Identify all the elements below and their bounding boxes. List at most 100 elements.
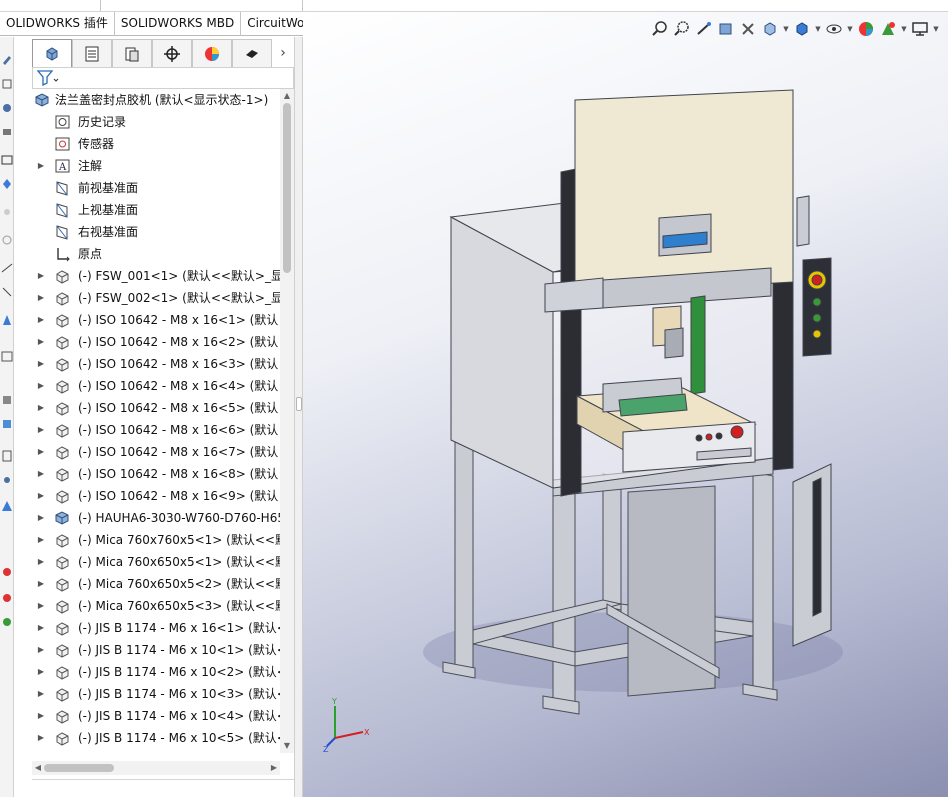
expand-arrow-icon[interactable]: ▶ <box>36 485 46 507</box>
tree-item[interactable]: ▶ (-) JIS B 1174 - M6 x 10<2> (默认< <box>14 661 280 683</box>
sketch-line-icon[interactable] <box>1 313 13 327</box>
zoom-to-fit-icon[interactable] <box>650 19 670 39</box>
view-settings-icon[interactable] <box>910 19 930 39</box>
expand-arrow-icon[interactable]: ▶ <box>36 287 46 309</box>
expand-arrow-icon[interactable]: ▶ <box>36 375 46 397</box>
list-tool-icon[interactable] <box>1 349 13 363</box>
expand-arrow-icon[interactable]: ▶ <box>36 419 46 441</box>
scrollbar-thumb[interactable] <box>283 103 291 273</box>
tree-item[interactable]: ▶ (-) Mica 760x650x5<2> (默认<<默 <box>14 573 280 595</box>
chevron-right-icon[interactable]: › <box>272 39 294 67</box>
zoom-to-area-icon[interactable] <box>672 19 692 39</box>
component-tool-icon[interactable] <box>1 125 13 139</box>
tab-solidworks-mbd[interactable]: SOLIDWORKS MBD <box>115 12 242 36</box>
tree-item[interactable]: ▶ (-) JIS B 1174 - M6 x 10<5> (默认< <box>14 727 280 749</box>
smart-fastener-icon[interactable] <box>1 205 13 219</box>
expand-arrow-icon[interactable]: ▶ <box>36 551 46 573</box>
display-style-icon[interactable] <box>792 19 812 39</box>
chevron-down-icon[interactable]: ▼ <box>846 25 854 33</box>
tab-configuration-manager[interactable] <box>112 39 152 67</box>
scrollbar-thumb[interactable] <box>44 764 114 772</box>
expand-arrow-icon[interactable]: ▶ <box>36 331 46 353</box>
tab-display-manager[interactable] <box>192 39 232 67</box>
section-view-icon[interactable] <box>716 19 736 39</box>
expand-arrow-icon[interactable]: ▶ <box>36 639 46 661</box>
tree-item[interactable]: ▶ (-) Mica 760x760x5<1> (默认<<默 <box>14 529 280 551</box>
tree-item[interactable]: ▶ (-) JIS B 1174 - M6 x 10<4> (默认< <box>14 705 280 727</box>
expand-arrow-icon[interactable]: ▶ <box>36 683 46 705</box>
pattern-tool-icon[interactable] <box>1 233 13 247</box>
move-tool-icon[interactable] <box>1 177 13 191</box>
hide-show-items-icon[interactable] <box>824 19 844 39</box>
feature-tool-icon[interactable] <box>1 77 13 91</box>
tab-solidworks-addins[interactable]: OLIDWORKS 插件 <box>0 12 115 36</box>
dynamic-annotation-icon[interactable] <box>738 19 758 39</box>
bom-icon[interactable] <box>1 449 13 463</box>
expand-arrow-icon[interactable]: ▶ <box>36 749 46 753</box>
tree-item[interactable]: ▶ (-) FSW_002<1> (默认<<默认>_显示 <box>14 287 280 309</box>
previous-view-icon[interactable] <box>694 19 714 39</box>
tree-item[interactable]: 右视基准面 <box>14 221 280 243</box>
sketch-tool-icon[interactable] <box>1 53 13 67</box>
tree-item[interactable]: ▶ (-) ISO 10642 - M8 x 16<8> (默认 <box>14 463 280 485</box>
reference-geometry-icon[interactable] <box>1 285 13 299</box>
expand-arrow-icon[interactable]: ▶ <box>36 617 46 639</box>
interference-icon[interactable] <box>1 473 13 487</box>
expand-arrow-icon[interactable]: ▶ <box>36 309 46 331</box>
rebuild-icon[interactable] <box>1 615 13 629</box>
instant3d-icon[interactable] <box>1 417 13 431</box>
expand-arrow-icon[interactable]: ▶ <box>36 397 46 419</box>
tree-item[interactable]: ▶ (-) ISO 10642 - M8 x 16<9> (默认 <box>14 485 280 507</box>
machine-3d-model[interactable] <box>303 12 948 797</box>
weld-bead-icon[interactable] <box>1 565 13 579</box>
pane-splitter[interactable] <box>294 37 303 797</box>
apply-scene-icon[interactable] <box>878 19 898 39</box>
tree-item[interactable]: ▶ (-) ISO 10642 - M8 x 16<7> (默认 <box>14 441 280 463</box>
tree-item[interactable]: ▶ (-) JIS B 1174 - M6 x 10<1> (默认< <box>14 639 280 661</box>
scroll-up-icon[interactable]: ▲ <box>280 89 294 103</box>
expand-arrow-icon[interactable]: ▶ <box>36 529 46 551</box>
tree-item[interactable]: ▶ (-) JIS B 1174 - M6 x 16<1> (默认< <box>14 617 280 639</box>
tree-item[interactable]: ▶ (-) ISO 10642 - M8 x 16<1> (默认 <box>14 309 280 331</box>
tree-item[interactable]: 历史记录 <box>14 111 280 133</box>
tree-item[interactable]: ▶ (-) ISO 10642 - M8 x 16<5> (默认 <box>14 397 280 419</box>
tree-item[interactable]: ▶ (-) FSW_001<1> (默认<<默认>_显示 <box>14 265 280 287</box>
tree-item[interactable]: ▶ (-) ISO 10642 - M8 x 16<6> (默认 <box>14 419 280 441</box>
chevron-down-icon[interactable]: ▼ <box>932 25 940 33</box>
tree-item[interactable]: ▶ (-) JIS B 1174 - M6 x 10<3> (默认< <box>14 683 280 705</box>
toolbox-icon[interactable] <box>1 591 13 605</box>
expand-arrow-icon[interactable]: ▶ <box>36 573 46 595</box>
chevron-down-icon[interactable]: ▼ <box>814 25 822 33</box>
tree-root-item[interactable]: 法兰盖密封点胶机 (默认<显示状态-1>) <box>14 89 280 111</box>
table-tool-icon[interactable] <box>1 153 13 167</box>
view-orientation-icon[interactable] <box>760 19 780 39</box>
tree-filter-bar[interactable] <box>32 67 294 89</box>
tree-item[interactable]: ▶ (-) Mica 760x650x5<1> (默认<<默 <box>14 551 280 573</box>
expand-arrow-icon[interactable]: ▶ <box>36 595 46 617</box>
expand-arrow-icon[interactable]: ▶ <box>36 507 46 529</box>
hole-series-icon[interactable] <box>1 499 13 513</box>
tree-item[interactable]: 上视基准面 <box>14 199 280 221</box>
chevron-down-icon[interactable]: ▼ <box>900 25 908 33</box>
mate-tool-icon[interactable] <box>1 101 13 115</box>
expand-arrow-icon[interactable]: ▶ <box>36 661 46 683</box>
tree-item[interactable]: 前视基准面 <box>14 177 280 199</box>
tree-item[interactable]: ▶ (-) ISO 10642 - M8 x 16<2> (默认 <box>14 331 280 353</box>
tree-horizontal-scrollbar[interactable]: ◀ ▶ <box>32 761 280 775</box>
tree-item[interactable]: ▶ (-) JIS B 1174 - M6 x 10<6> (默认< <box>14 749 280 753</box>
filter-icon[interactable] <box>37 70 59 86</box>
scroll-down-icon[interactable]: ▼ <box>280 739 294 753</box>
tree-item[interactable]: ▶ (-) Mica 760x650x5<3> (默认<<默 <box>14 595 280 617</box>
expand-arrow-icon[interactable]: ▶ <box>36 441 46 463</box>
tab-dimxpert[interactable] <box>152 39 192 67</box>
tree-item[interactable]: ▶ (-) ISO 10642 - M8 x 16<3> (默认 <box>14 353 280 375</box>
tree-item[interactable]: 传感器 <box>14 133 280 155</box>
tree-item[interactable]: ▶ A 注解 <box>14 155 280 177</box>
exploded-view-icon[interactable] <box>1 393 13 407</box>
tab-cam[interactable] <box>232 39 272 67</box>
tab-property-manager[interactable] <box>72 39 112 67</box>
expand-arrow-icon[interactable]: ▶ <box>36 155 46 177</box>
splitter-grip[interactable] <box>296 397 302 411</box>
tab-feature-manager[interactable] <box>32 39 72 67</box>
expand-arrow-icon[interactable]: ▶ <box>36 463 46 485</box>
